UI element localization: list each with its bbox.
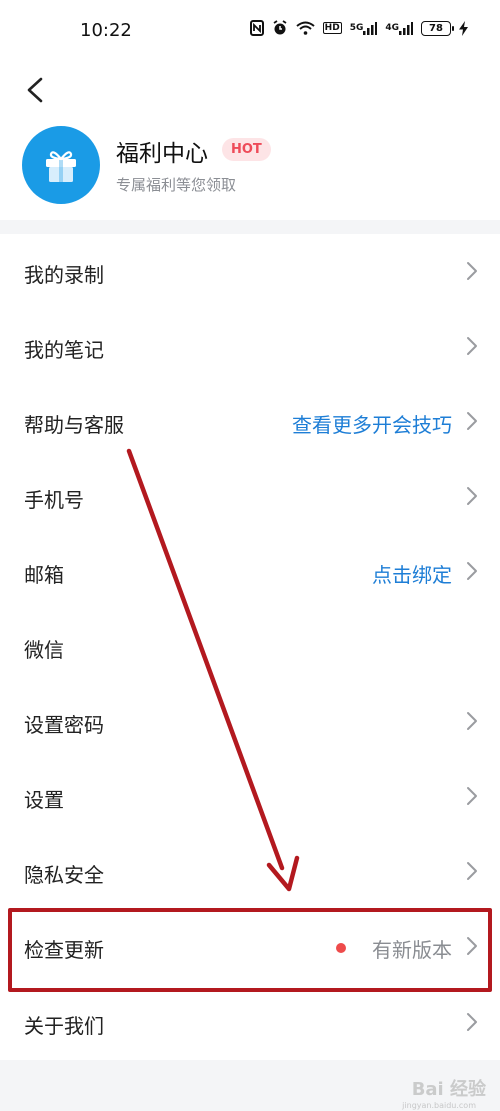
menu-item-label: 微信 [24, 638, 64, 662]
menu-item-settings[interactable]: 设置 [0, 759, 500, 834]
chevron-right-icon [467, 562, 477, 580]
watermark: Bai 经验 [411, 1079, 486, 1100]
menu-item-label: 手机号 [24, 488, 84, 512]
menu-item-label: 设置密码 [24, 713, 104, 737]
menu-item-label: 我的录制 [24, 263, 104, 287]
clock: 10:22 [80, 20, 132, 41]
wifi-icon [296, 21, 315, 35]
chevron-left-icon [27, 77, 43, 103]
chevron-right-icon [467, 712, 477, 730]
watermark-url: jingyan.baidu.com [402, 1101, 476, 1110]
menu-item-about[interactable]: 关于我们 [0, 985, 500, 1060]
hot-badge: HOT [222, 138, 271, 161]
menu-item-phone[interactable]: 手机号 [0, 459, 500, 534]
hd-icon: HD [322, 22, 342, 34]
signal-4g-icon: 4G [385, 21, 413, 35]
hd-label: HD [322, 22, 342, 34]
chevron-right-icon [467, 1013, 477, 1031]
menu-item-label: 检查更新 [24, 938, 104, 962]
menu-item-email[interactable]: 邮箱 点击绑定 [0, 534, 500, 609]
battery-icon: 78 [421, 20, 454, 36]
bind-email-link[interactable]: 点击绑定 [372, 559, 452, 588]
menu-item-notes[interactable]: 我的笔记 [0, 309, 500, 384]
charging-icon [459, 20, 468, 36]
chevron-right-icon [467, 487, 477, 505]
chevron-right-icon [467, 787, 477, 805]
menu-item-check-update[interactable]: 检查更新 有新版本 [0, 909, 500, 985]
chevron-right-icon [467, 412, 477, 430]
chevron-right-icon [467, 862, 477, 880]
nfc-icon [249, 20, 264, 36]
menu-item-label: 我的笔记 [24, 338, 104, 362]
back-button[interactable] [20, 74, 52, 106]
menu-item-privacy[interactable]: 隐私安全 [0, 834, 500, 909]
settings-menu: 我的录制 我的笔记 帮助与客服 查看更多开会技巧 手机号 邮箱 点击绑定 微信 … [0, 234, 500, 1060]
status-bar: 10:22 HD 5G 4G 78 [0, 0, 500, 62]
menu-item-label: 帮助与客服 [24, 413, 124, 437]
chevron-right-icon [467, 262, 477, 280]
gift-icon[interactable] [22, 126, 100, 204]
net-label-2: 4G [385, 23, 399, 33]
menu-item-label: 隐私安全 [24, 863, 104, 887]
menu-item-recordings[interactable]: 我的录制 [0, 234, 500, 309]
new-version-text: 有新版本 [372, 938, 452, 962]
menu-item-label: 关于我们 [24, 1014, 104, 1038]
welfare-center-subtitle: 专属福利等您领取 [116, 176, 237, 194]
status-icons: HD 5G 4G 78 [249, 20, 468, 36]
chevron-right-icon [467, 937, 477, 955]
net-label-1: 5G [349, 23, 364, 33]
help-tips-link[interactable]: 查看更多开会技巧 [292, 409, 452, 438]
chevron-right-icon [467, 337, 477, 355]
alarm-icon [272, 20, 288, 36]
welfare-center-title[interactable]: 福利中心 [116, 134, 208, 168]
welfare-center-header: 福利中心 HOT 专属福利等您领取 [0, 62, 500, 220]
update-dot-indicator [336, 943, 346, 953]
menu-item-password[interactable]: 设置密码 [0, 684, 500, 759]
menu-item-label: 设置 [24, 788, 64, 812]
signal-5g-icon: 5G [349, 21, 378, 35]
menu-item-wechat[interactable]: 微信 [0, 609, 500, 684]
menu-item-help[interactable]: 帮助与客服 查看更多开会技巧 [0, 384, 500, 459]
menu-item-label: 邮箱 [24, 563, 64, 587]
